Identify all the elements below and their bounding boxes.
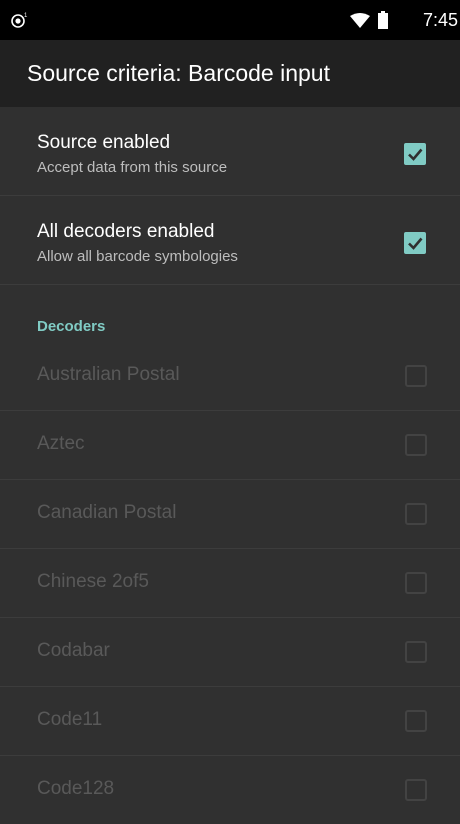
source-enabled-checkbox[interactable]	[404, 143, 426, 165]
decoder-checkbox	[405, 572, 427, 594]
decoder-label: Australian Postal	[37, 364, 180, 385]
decoder-label: Code128	[37, 778, 115, 799]
decoder-label: Codabar	[37, 640, 110, 661]
pref-summary: Allow all barcode symbologies	[37, 248, 238, 265]
checkmark-icon	[408, 148, 423, 161]
status-clock: 7:45	[422, 10, 458, 30]
decoder-label: Canadian Postal	[37, 502, 177, 523]
decoder-row-australian-postal: Australian Postal	[0, 341, 460, 411]
preferences-list: Source enabled Accept data from this sou…	[0, 107, 460, 820]
decoder-row-codabar: Codabar	[0, 617, 460, 687]
pref-all-decoders-enabled[interactable]: All decoders enabled Allow all barcode s…	[0, 196, 460, 285]
notification-dot-icon: 1	[11, 13, 28, 28]
decoder-row-canadian-postal: Canadian Postal	[0, 479, 460, 549]
all-decoders-enabled-checkbox[interactable]	[404, 232, 426, 254]
decoder-label: Chinese 2of5	[37, 571, 149, 592]
decoder-label: Code11	[37, 709, 103, 730]
pref-title: All decoders enabled	[37, 221, 215, 242]
decoder-checkbox	[405, 503, 427, 525]
svg-text:1: 1	[24, 13, 28, 19]
decoder-checkbox	[405, 710, 427, 732]
decoder-checkbox	[405, 434, 427, 456]
decoder-row-code11: Code11	[0, 686, 460, 756]
decoder-checkbox	[405, 641, 427, 663]
decoder-row-aztec: Aztec	[0, 410, 460, 480]
wifi-icon	[350, 13, 370, 28]
app-bar: Source criteria: Barcode input	[0, 40, 460, 107]
pref-source-enabled[interactable]: Source enabled Accept data from this sou…	[0, 107, 460, 196]
pref-title: Source enabled	[37, 132, 171, 153]
page-title: Source criteria: Barcode input	[27, 60, 330, 86]
section-header-decoders: Decoders	[37, 318, 106, 335]
decoder-row-chinese-2of5: Chinese 2of5	[0, 548, 460, 618]
battery-icon	[378, 11, 388, 29]
decoder-checkbox	[405, 365, 427, 387]
decoder-checkbox	[405, 779, 427, 801]
pref-summary: Accept data from this source	[37, 159, 228, 176]
decoder-row-code128: Code128	[0, 755, 460, 824]
checkmark-icon	[408, 237, 423, 250]
decoder-label: Aztec	[37, 433, 85, 454]
status-bar: 1 7:45	[0, 0, 460, 40]
